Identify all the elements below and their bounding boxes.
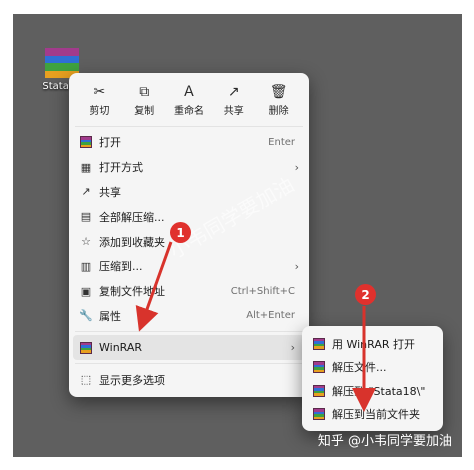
shortcut-label: Alt+Enter xyxy=(246,310,295,322)
desktop: Stata18 ✂ 剪切 ⧉ 复制 Ａ 重命名 ↗ 共享 🗑 删除 打开 Ent… xyxy=(13,14,462,457)
winrar-icon xyxy=(312,407,326,421)
menu-item-copy-path[interactable]: ▣ 复制文件地址 Ctrl+Shift+C xyxy=(69,279,309,304)
copy-label: 复制 xyxy=(134,106,155,117)
cut-button[interactable]: ✂ 剪切 xyxy=(79,83,119,123)
scissors-icon: ✂ xyxy=(93,84,106,100)
quick-action-bar: ✂ 剪切 ⧉ 复制 Ａ 重命名 ↗ 共享 🗑 删除 xyxy=(69,73,309,123)
rename-label: 重命名 xyxy=(173,106,204,117)
rename-button[interactable]: Ａ 重命名 xyxy=(169,83,209,123)
winrar-icon xyxy=(312,360,326,374)
delete-icon: 🗑 xyxy=(269,84,288,100)
wrench-icon: 🔧 xyxy=(79,309,93,323)
more-options-icon: ⬚ xyxy=(80,373,92,387)
submenu-extract-to-folder[interactable]: 解压到 "Stata18\" xyxy=(302,379,443,403)
submenu-open-with-winrar[interactable]: 用 WinRAR 打开 xyxy=(302,332,443,356)
chevron-right-icon: › xyxy=(294,160,299,174)
share-label: 共享 xyxy=(223,106,244,117)
submenu-label: 用 WinRAR 打开 xyxy=(332,337,416,351)
menu-item-more-options[interactable]: ⬚ 显示更多选项 xyxy=(69,367,309,392)
zip-icon: ▥ xyxy=(80,259,92,273)
menu-item-label: 复制文件地址 xyxy=(99,285,165,299)
copy-button[interactable]: ⧉ 复制 xyxy=(124,83,164,123)
open-with-icon: ▦ xyxy=(80,160,92,174)
menu-item-label: 属性 xyxy=(99,309,121,323)
winrar-icon xyxy=(79,135,93,149)
credit-text: 知乎 @小韦同学要加油 xyxy=(317,434,452,449)
menu-item-label: 打开 xyxy=(99,136,121,150)
menu-item-share[interactable]: ↗ 共享 xyxy=(69,180,309,205)
delete-button[interactable]: 🗑 删除 xyxy=(259,83,299,123)
winrar-icon xyxy=(312,337,326,351)
share-icon: ↗ xyxy=(81,185,91,199)
copy-icon: ⧉ xyxy=(139,84,150,100)
menu-item-properties[interactable]: 🔧 属性 Alt+Enter xyxy=(69,304,309,329)
menu-item-winrar[interactable]: WinRAR › xyxy=(73,335,305,361)
divider xyxy=(75,126,303,127)
divider xyxy=(75,363,303,365)
shortcut-label: Enter xyxy=(268,136,295,148)
menu-item-compress-to[interactable]: ▥ 压缩到... › xyxy=(69,254,309,279)
share-icon: ↗ xyxy=(227,84,240,100)
copy-path-icon: ▣ xyxy=(80,284,92,298)
submenu-label: 解压文件... xyxy=(332,361,387,375)
submenu-extract-files[interactable]: 解压文件... xyxy=(302,356,443,380)
submenu-label: 解压到当前文件夹 xyxy=(332,408,420,422)
menu-item-open[interactable]: 打开 Enter xyxy=(69,130,309,155)
share-button[interactable]: ↗ 共享 xyxy=(214,83,254,123)
delete-label: 删除 xyxy=(268,106,289,117)
rename-icon: Ａ xyxy=(181,84,196,100)
menu-item-label: 显示更多选项 xyxy=(99,373,165,387)
menu-item-label: 添加到收藏夹 xyxy=(99,235,165,249)
menu-item-label: WinRAR xyxy=(99,341,143,355)
winrar-icon xyxy=(312,384,326,398)
menu-item-open-with[interactable]: ▦ 打开方式 › xyxy=(69,155,309,180)
shortcut-label: Ctrl+Shift+C xyxy=(230,285,295,297)
submenu-label: 解压到 "Stata18\" xyxy=(332,384,426,398)
extract-icon: ▤ xyxy=(80,210,92,224)
cut-label: 剪切 xyxy=(89,106,110,117)
chevron-right-icon: › xyxy=(294,259,299,273)
menu-item-label: 打开方式 xyxy=(99,161,143,175)
step1-badge: 1 xyxy=(170,222,191,243)
submenu-extract-here[interactable]: 解压到当前文件夹 xyxy=(302,403,443,427)
menu-item-label: 共享 xyxy=(99,185,121,199)
winrar-icon xyxy=(79,341,93,355)
star-icon: ☆ xyxy=(81,235,91,249)
menu-item-label: 全部解压缩... xyxy=(99,210,165,224)
step2-badge: 2 xyxy=(355,284,376,305)
chevron-right-icon: › xyxy=(290,341,295,355)
divider xyxy=(75,331,303,333)
menu-item-label: 压缩到... xyxy=(99,260,143,274)
winrar-submenu: 用 WinRAR 打开 解压文件... 解压到 "Stata18\" 解压到当前… xyxy=(302,326,443,431)
